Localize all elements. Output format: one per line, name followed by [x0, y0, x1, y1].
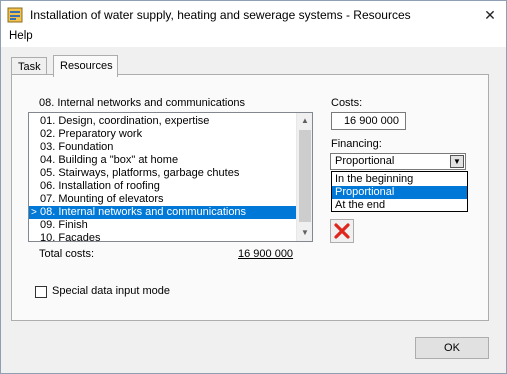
costs-label: Costs:	[331, 97, 363, 109]
financing-select[interactable]: Proportional ▼	[330, 153, 466, 170]
special-mode-checkbox[interactable]	[35, 286, 47, 298]
red-x-icon	[334, 223, 350, 239]
list-item[interactable]: 01. Design, coordination, expertise	[29, 115, 297, 128]
list-item[interactable]: 07. Mounting of elevators	[29, 193, 297, 206]
financing-option-proportional[interactable]: Proportional	[332, 186, 467, 199]
scroll-down-icon[interactable]: ▼	[297, 225, 312, 241]
menu-help[interactable]: Help	[9, 30, 33, 42]
financing-selected-value: Proportional	[335, 155, 395, 167]
list-scrollbar[interactable]: ▲ ▼	[296, 113, 312, 241]
list-item-label: 07. Mounting of elevators	[40, 193, 164, 205]
list-item[interactable]: 06. Installation of roofing	[29, 180, 297, 193]
list-item[interactable]: 03. Foundation	[29, 141, 297, 154]
menu-bar: Help	[1, 29, 506, 47]
total-costs-label: Total costs:	[39, 248, 95, 260]
list-item-label: 03. Foundation	[40, 141, 114, 153]
tab-resources[interactable]: Resources	[53, 55, 118, 77]
app-icon	[7, 7, 23, 23]
chevron-down-icon[interactable]: ▼	[450, 155, 464, 168]
list-item[interactable]: 04. Building a "box" at home	[29, 154, 297, 167]
list-item-label: 09. Finish	[40, 219, 88, 231]
list-item[interactable]: 09. Finish	[29, 219, 297, 232]
financing-option-beginning[interactable]: In the beginning	[332, 173, 467, 186]
list-item-label: 04. Building a "box" at home	[40, 154, 179, 166]
total-costs-value: 16 900 000	[238, 248, 294, 260]
title-bar: Installation of water supply, heating an…	[1, 1, 506, 29]
list-item-label: 10. Facades	[40, 232, 101, 242]
financing-label: Financing:	[331, 138, 382, 150]
resources-list[interactable]: 01. Design, coordination, expertise 02. P…	[28, 112, 313, 242]
ok-button[interactable]: OK	[415, 337, 489, 359]
list-item[interactable]: >08. Internal networks and communication…	[29, 206, 297, 219]
resources-dialog: Installation of water supply, heating an…	[0, 0, 507, 374]
financing-dropdown: In the beginning Proportional At the end	[331, 171, 468, 212]
costs-field[interactable]: 16 900 000	[331, 112, 406, 130]
list-item[interactable]: 02. Preparatory work	[29, 128, 297, 141]
list-item-label: 02. Preparatory work	[40, 128, 143, 140]
list-item-label: 06. Installation of roofing	[40, 180, 160, 192]
window-title: Installation of water supply, heating an…	[30, 8, 411, 22]
list-item[interactable]: 10. Facades	[29, 232, 297, 242]
list-item-label: 08. Internal networks and communications	[40, 206, 247, 218]
scroll-thumb[interactable]	[299, 130, 311, 222]
row-marker: >	[31, 207, 37, 218]
current-section-label: 08. Internal networks and communications	[39, 97, 246, 109]
delete-button[interactable]	[330, 219, 354, 243]
financing-option-end[interactable]: At the end	[332, 199, 467, 212]
list-item-label: 05. Stairways, platforms, garbage chutes	[40, 167, 240, 179]
scroll-up-icon[interactable]: ▲	[297, 113, 312, 129]
special-mode-label: Special data input mode	[52, 285, 171, 297]
list-item-label: 01. Design, coordination, expertise	[40, 115, 210, 127]
close-icon[interactable]: ✕	[480, 5, 500, 25]
list-item[interactable]: 05. Stairways, platforms, garbage chutes	[29, 167, 297, 180]
